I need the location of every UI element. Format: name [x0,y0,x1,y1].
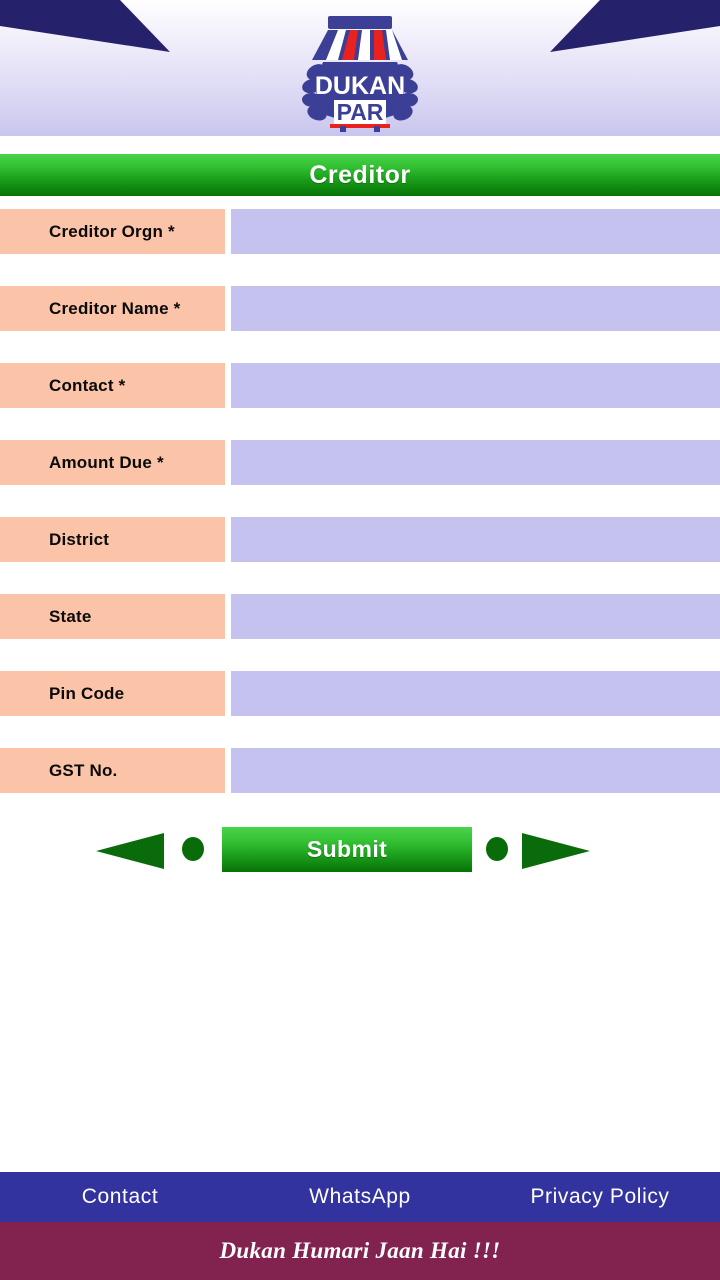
input-creditor-name[interactable] [231,286,720,331]
form-row-pin-code: Pin Code [0,671,720,716]
input-state[interactable] [231,594,720,639]
form-row-state: State [0,594,720,639]
circle-icon-next[interactable] [486,837,508,861]
label-state: State [0,594,225,639]
footer-nav: Contact WhatsApp Privacy Policy [0,1172,720,1222]
logo-brand-bottom: PAR [337,99,384,125]
input-contact[interactable] [231,363,720,408]
logo-brand-top: DUKAN [315,72,405,100]
circle-icon-prev[interactable] [182,837,204,861]
footer-tagline-text: Dukan Humari Jaan Hai !!! [219,1238,501,1263]
form-row-gst-no: GST No. [0,748,720,793]
header-wing-left-decoration [0,0,170,60]
footer: Contact WhatsApp Privacy Policy Dukan Hu… [0,1172,720,1280]
footer-link-whatsapp[interactable]: WhatsApp [240,1185,480,1209]
page-title: Creditor [309,160,411,189]
form-row-amount-due: Amount Due * [0,440,720,485]
form-action-row: Submit [0,825,720,873]
label-gst-no: GST No. [0,748,225,793]
triangle-right-icon[interactable] [522,827,594,871]
label-pin-code: Pin Code [0,671,225,716]
input-creditor-orgn[interactable] [231,209,720,254]
footer-link-privacy-policy[interactable]: Privacy Policy [480,1185,720,1209]
awning-top-bar [328,16,392,29]
form-row-creditor-orgn: Creditor Orgn * [0,209,720,254]
form-row-creditor-name: Creditor Name * [0,286,720,331]
header-wing-right-decoration [550,0,720,60]
input-gst-no[interactable] [231,748,720,793]
label-amount-due: Amount Due * [0,440,225,485]
triangle-left-icon[interactable] [96,827,168,871]
label-creditor-orgn: Creditor Orgn * [0,209,225,254]
creditor-form: Creditor Orgn * Creditor Name * Contact … [0,196,720,873]
footer-link-contact[interactable]: Contact [0,1185,240,1209]
input-district[interactable] [231,517,720,562]
app-header: DUKAN PAR [0,0,720,136]
awning-stripes-icon [312,30,408,60]
label-creditor-name: Creditor Name * [0,286,225,331]
submit-button[interactable]: Submit [222,826,472,872]
form-row-district: District [0,517,720,562]
input-amount-due[interactable] [231,440,720,485]
page-title-bar: Creditor [0,154,720,196]
logo-base-bar [330,124,390,128]
input-pin-code[interactable] [231,671,720,716]
dukan-par-logo: DUKAN PAR [292,8,428,132]
footer-tagline-bar: Dukan Humari Jaan Hai !!! [0,1222,720,1280]
label-district: District [0,517,225,562]
label-contact: Contact * [0,363,225,408]
form-row-contact: Contact * [0,363,720,408]
